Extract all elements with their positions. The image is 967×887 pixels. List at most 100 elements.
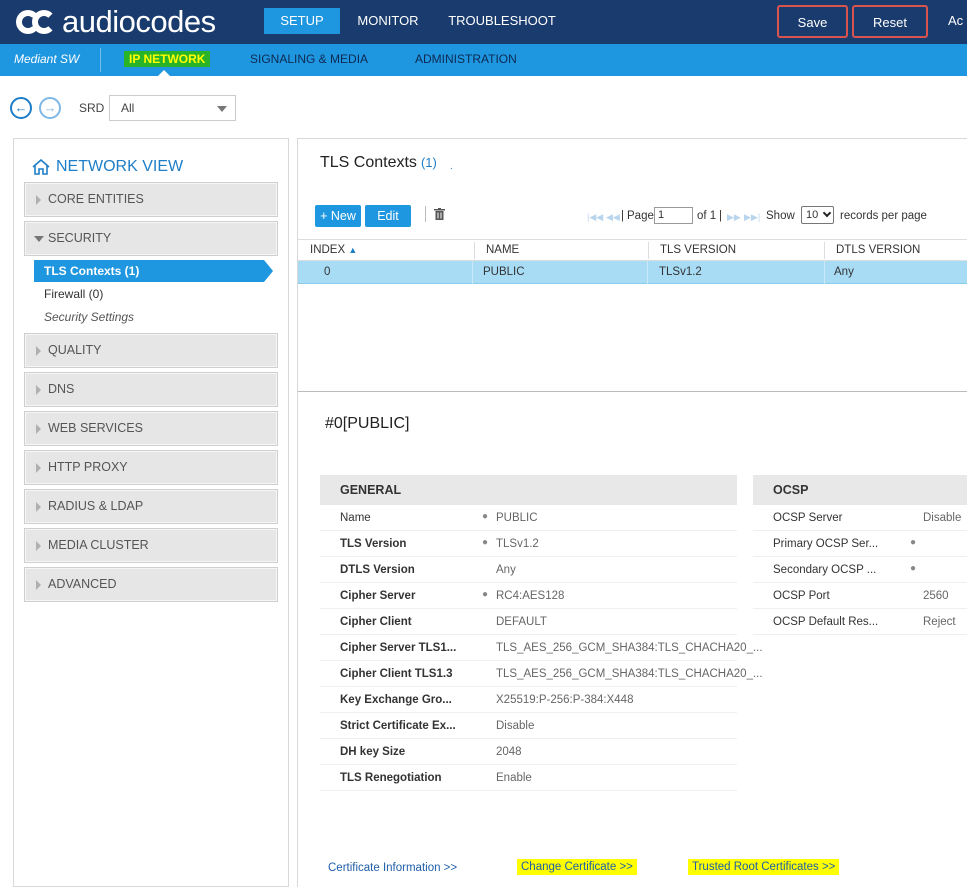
cell-index: 0 — [324, 266, 331, 278]
cell-tls-version: TLSv1.2 — [659, 266, 702, 278]
dot-icon: . — [450, 161, 453, 172]
column-divider — [824, 242, 825, 259]
field-row: TLS Renegotiation Enable — [320, 765, 737, 791]
certificate-information-link[interactable]: Certificate Information >> — [328, 862, 457, 874]
column-header-index[interactable]: INDEX ▲ — [310, 244, 357, 256]
bullet-icon: ● — [482, 537, 489, 548]
field-value: Any — [496, 564, 516, 576]
srd-select[interactable]: All — [109, 95, 236, 121]
sidebar-item-label: RADIUS & LDAP — [48, 499, 144, 513]
table-row[interactable]: 0 PUBLIC TLSv1.2 Any — [298, 261, 967, 284]
tab-troubleshoot[interactable]: TROUBLESHOOT — [446, 8, 558, 34]
field-row: Primary OCSP Ser... ● — [753, 531, 967, 557]
trash-icon[interactable] — [434, 208, 445, 220]
new-button[interactable]: + New — [315, 205, 361, 227]
field-value: 2048 — [496, 746, 522, 758]
edit-button[interactable]: Edit — [365, 205, 411, 227]
sidebar-item-label: SECURITY — [48, 231, 112, 245]
field-label: OCSP Port — [773, 590, 830, 602]
change-certificate-link[interactable]: Change Certificate >> — [517, 859, 637, 875]
network-view-title[interactable]: NETWORK VIEW — [32, 158, 183, 176]
field-row: Secondary OCSP ... ● — [753, 557, 967, 583]
field-label: Strict Certificate Ex... — [340, 720, 456, 732]
prev-page-icon[interactable]: ◀◀ — [606, 212, 620, 223]
caret-right-icon — [36, 195, 41, 205]
sidebar-item-dns[interactable]: DNS — [24, 372, 278, 407]
sidebar-item-security-settings[interactable]: Security Settings — [44, 310, 134, 324]
sidebar-item-media-cluster[interactable]: MEDIA CLUSTER — [24, 528, 278, 563]
field-label: Cipher Client TLS1.3 — [340, 668, 453, 680]
top-bar: audiocodes SETUP MONITOR TROUBLESHOOT Sa… — [0, 0, 967, 44]
page-title: TLS Contexts (1) — [320, 154, 437, 172]
column-divider — [648, 242, 649, 259]
back-arrow-icon[interactable]: ← — [10, 97, 32, 119]
product-name: Mediant SW — [14, 52, 80, 66]
column-divider — [824, 261, 825, 284]
sidebar-item-advanced[interactable]: ADVANCED — [24, 567, 278, 602]
column-header-dtls-version[interactable]: DTLS VERSION — [836, 244, 920, 256]
save-button[interactable]: Save — [777, 5, 848, 38]
field-label: OCSP Default Res... — [773, 616, 879, 628]
page-total: of 1 — [697, 210, 717, 222]
sidebar-item-label: CORE ENTITIES — [48, 192, 144, 206]
first-page-icon[interactable]: |◀◀ — [587, 212, 603, 223]
field-row: OCSP Default Res... Reject — [753, 609, 967, 635]
tab-setup[interactable]: SETUP — [264, 8, 340, 34]
field-label: Cipher Client — [340, 616, 412, 628]
sidebar-item-label: ADVANCED — [48, 577, 117, 591]
field-label: Name — [340, 512, 371, 524]
page-label: Page — [627, 210, 654, 222]
column-header-tls-version[interactable]: TLS VERSION — [660, 244, 736, 256]
page-number-input[interactable]: 1 — [654, 207, 693, 224]
ocsp-card: OCSP OCSP Server Disable Primary OCSP Ser… — [753, 475, 967, 635]
field-label: DTLS Version — [340, 564, 415, 576]
chevron-down-icon — [822, 208, 832, 218]
sidebar-item-web-services[interactable]: WEB SERVICES — [24, 411, 278, 446]
sub-nav-bar: Mediant SW IP NETWORK SIGNALING & MEDIA … — [0, 44, 967, 76]
grid-divider — [298, 391, 967, 392]
records-per-page-label: records per page — [840, 210, 927, 222]
column-divider — [474, 242, 475, 259]
table-header: INDEX ▲ NAME TLS VERSION DTLS VERSION — [298, 239, 967, 261]
sidebar-item-label: HTTP PROXY — [48, 460, 128, 474]
sidebar-item-label: WEB SERVICES — [48, 421, 143, 435]
logo-mark-icon — [14, 7, 60, 37]
tab-ip-network[interactable]: IP NETWORK — [124, 51, 211, 67]
actions-menu[interactable]: Ac — [948, 8, 967, 34]
records-per-page-select[interactable]: 10 — [801, 206, 834, 224]
caret-right-icon — [36, 385, 41, 395]
caret-down-icon — [34, 236, 44, 242]
field-row: OCSP Port 2560 — [753, 583, 967, 609]
caret-right-icon — [36, 502, 41, 512]
srd-value: All — [121, 101, 135, 115]
field-label: Key Exchange Gro... — [340, 694, 452, 706]
sidebar-item-radius-ldap[interactable]: RADIUS & LDAP — [24, 489, 278, 524]
trusted-root-certificates-link[interactable]: Trusted Root Certificates >> — [688, 859, 840, 875]
caret-right-icon — [36, 346, 41, 356]
tab-signaling-media[interactable]: SIGNALING & MEDIA — [250, 52, 368, 66]
tab-administration[interactable]: ADMINISTRATION — [415, 52, 517, 66]
chevron-down-icon — [217, 106, 227, 112]
sidebar-item-tls-contexts[interactable]: TLS Contexts (1) — [34, 260, 273, 282]
next-page-icon[interactable]: ▶▶ — [727, 212, 741, 223]
field-row: Cipher Server TLS1... TLS_AES_256_GCM_SHA… — [320, 635, 763, 661]
field-row: Cipher Client TLS1.3 TLS_AES_256_GCM_SHA3… — [320, 661, 763, 687]
sidebar-item-http-proxy[interactable]: HTTP PROXY — [24, 450, 278, 485]
sidebar-item-firewall[interactable]: Firewall (0) — [44, 287, 103, 301]
reset-button[interactable]: Reset — [852, 5, 928, 38]
field-value: Enable — [496, 772, 532, 784]
forward-arrow-icon[interactable]: → — [39, 97, 61, 119]
field-row: Cipher Server ● RC4:AES128 — [320, 583, 737, 609]
sidebar-item-core-entities[interactable]: CORE ENTITIES — [24, 182, 278, 217]
sidebar-item-quality[interactable]: QUALITY — [24, 333, 278, 368]
column-header-name[interactable]: NAME — [486, 244, 519, 256]
caret-right-icon — [36, 541, 41, 551]
sidebar-item-security[interactable]: SECURITY — [24, 221, 278, 256]
active-tab-caret — [158, 70, 170, 76]
field-row: TLS Version ● TLSv1.2 — [320, 531, 737, 557]
field-value: TLSv1.2 — [496, 538, 539, 550]
column-label: INDEX — [310, 244, 346, 256]
tab-monitor[interactable]: MONITOR — [350, 8, 426, 34]
caret-right-icon — [36, 580, 41, 590]
last-page-icon[interactable]: ▶▶| — [744, 212, 760, 223]
